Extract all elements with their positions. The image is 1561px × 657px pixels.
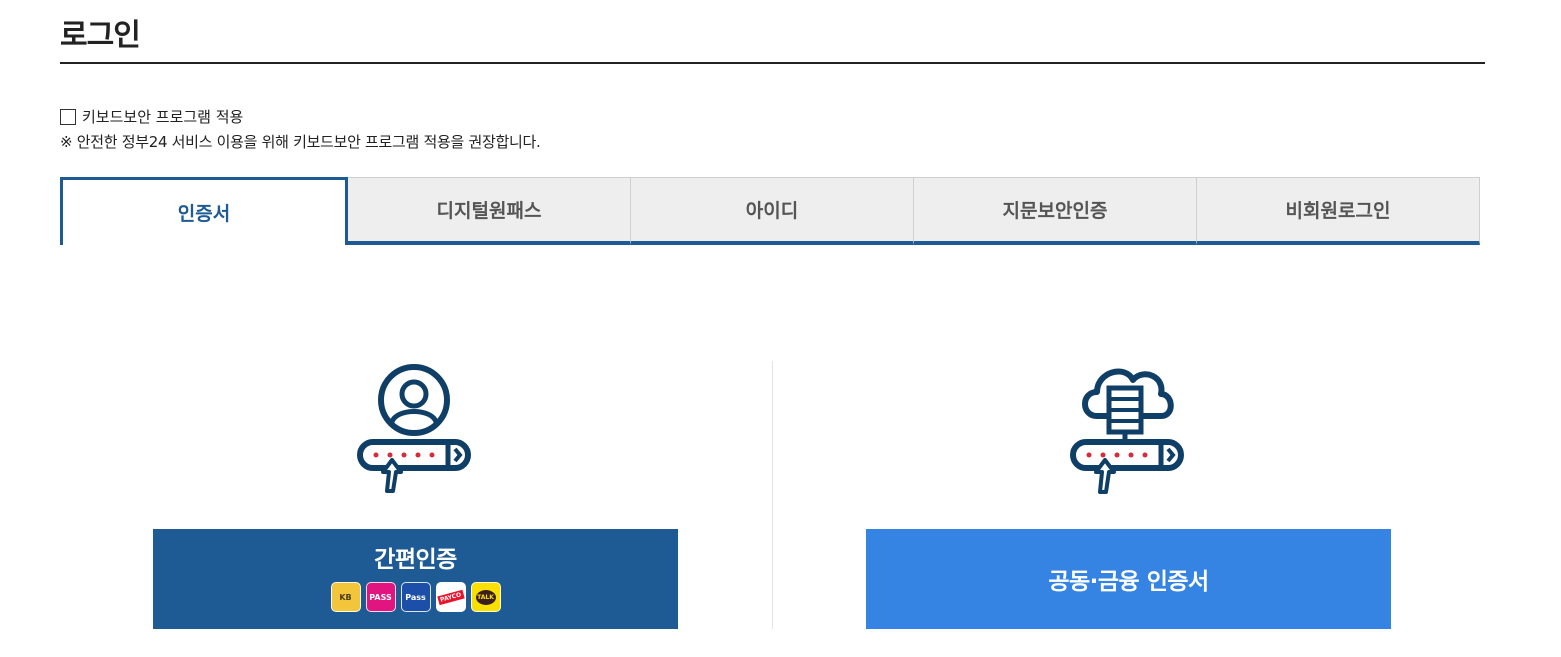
simple-auth-label: 간편인증 (374, 547, 457, 573)
keyboard-security-toggle[interactable]: 키보드보안 프로그램 적용 (60, 106, 243, 127)
cloud-server-password-icon (1069, 358, 1187, 498)
keyboard-security-note: ※ 안전한 정부24 서비스 이용을 위해 키보드보안 프로그램 적용을 권장합… (60, 133, 541, 151)
kakao-talk-icon: TALK (470, 582, 501, 612)
joint-cert-button[interactable]: 공동·금융 인증서 (866, 529, 1391, 629)
tab-digital-onepass[interactable]: 디지털원패스 (348, 177, 631, 245)
keyboard-security-checkbox[interactable] (60, 108, 76, 125)
payco-icon: PAYCO (435, 582, 466, 612)
person-password-icon (356, 360, 474, 498)
tab-certificate[interactable]: 인증서 (60, 177, 348, 245)
page-title: 로그인 (60, 18, 141, 53)
samsung-pass-icon: Pass (400, 582, 431, 612)
tab-id[interactable]: 아이디 (631, 177, 914, 245)
pass-icon: PASS (365, 582, 396, 612)
simple-auth-button[interactable]: 간편인증 KB PASS Pass PAYCO TALK (153, 529, 678, 629)
tab-fingerprint[interactable]: 지문보안인증 (914, 177, 1197, 245)
payco-label: PAYCO (436, 589, 465, 605)
tab-non-member[interactable]: 비회원로그인 (1197, 177, 1480, 245)
kakao-talk-label: TALK (475, 589, 496, 605)
kb-icon: KB (330, 582, 361, 612)
options-divider (772, 361, 773, 629)
provider-icons: KB PASS Pass PAYCO TALK (330, 582, 501, 612)
title-divider (60, 62, 1485, 64)
joint-cert-label: 공동·금융 인증서 (1048, 569, 1209, 595)
login-method-tabs: 인증서 디지털원패스 아이디 지문보안인증 비회원로그인 (60, 177, 1480, 245)
keyboard-security-label: 키보드보안 프로그램 적용 (82, 108, 244, 126)
